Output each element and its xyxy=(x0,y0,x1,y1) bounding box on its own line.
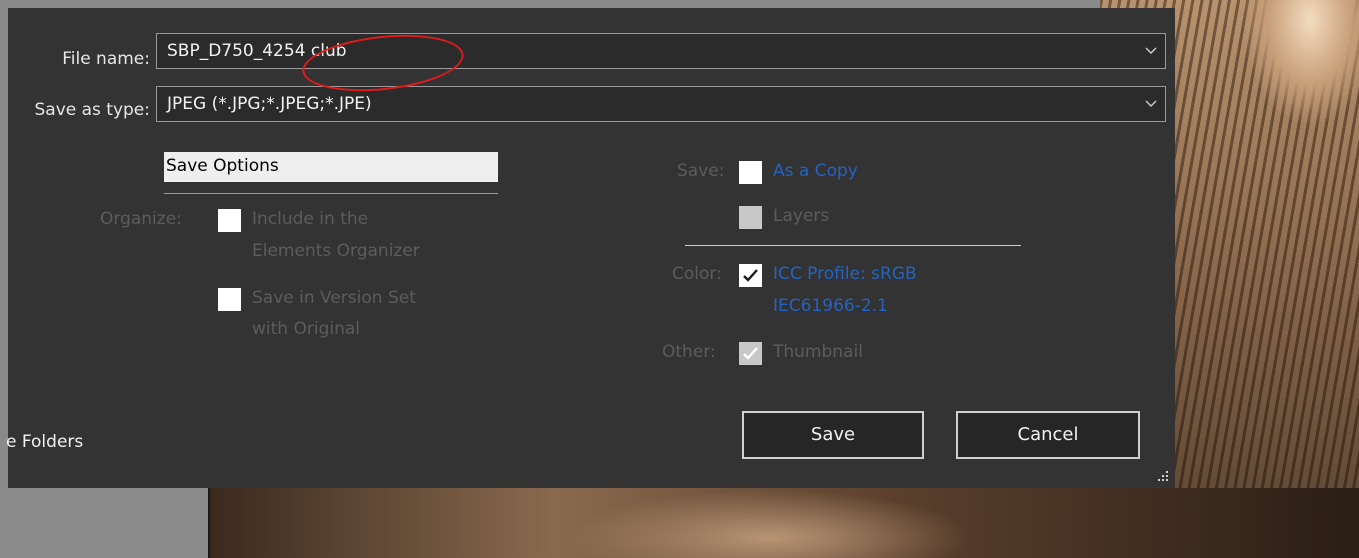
as-a-copy-checkbox[interactable] xyxy=(739,161,762,184)
icc-profile-label-1[interactable]: ICC Profile: sRGB xyxy=(773,262,917,287)
icc-profile-label-2[interactable]: IEC61966-2.1 xyxy=(773,294,888,319)
include-organizer-label-1: Include in the xyxy=(252,209,369,229)
background-photo-bottom xyxy=(210,488,1359,558)
cancel-button[interactable]: Cancel xyxy=(956,411,1140,459)
divider xyxy=(164,193,498,194)
organize-label: Organize: xyxy=(100,209,182,229)
chevron-down-icon[interactable] xyxy=(1143,42,1159,58)
thumbnail-label: Thumbnail xyxy=(773,342,863,362)
save-options-heading: Save Options xyxy=(164,152,498,182)
version-set-label-1: Save in Version Set xyxy=(252,288,416,308)
checkmark-icon xyxy=(743,269,758,282)
icc-profile-checkbox[interactable] xyxy=(739,264,762,287)
as-a-copy-label[interactable]: As a Copy xyxy=(773,159,858,184)
save-dialog: File name: SBP_D750_4254 club Save as ty… xyxy=(6,8,1175,488)
other-label: Other: xyxy=(662,342,716,362)
include-organizer-checkbox[interactable] xyxy=(218,209,241,232)
chevron-down-icon[interactable] xyxy=(1143,95,1159,111)
resize-grip-icon[interactable] xyxy=(1157,470,1169,482)
hide-folders-toggle[interactable]: e Folders xyxy=(6,430,83,455)
layers-label: Layers xyxy=(773,206,830,226)
layers-checkbox[interactable] xyxy=(739,206,762,229)
save-as-type-select[interactable]: JPEG (*.JPG;*.JPEG;*.JPE) xyxy=(156,86,1166,122)
checkmark-icon xyxy=(743,347,758,360)
save-as-type-label: Save as type: xyxy=(34,100,150,120)
file-name-label: File name: xyxy=(62,49,150,69)
background-panel xyxy=(0,488,208,558)
save-label: Save: xyxy=(677,161,725,181)
thumbnail-checkbox[interactable] xyxy=(739,342,762,365)
include-organizer-label-2: Elements Organizer xyxy=(252,241,420,261)
save-as-type-value: JPEG (*.JPG;*.JPEG;*.JPE) xyxy=(167,94,372,114)
version-set-checkbox[interactable] xyxy=(218,288,241,311)
color-label: Color: xyxy=(672,264,722,284)
version-set-label-2: with Original xyxy=(252,319,360,339)
divider xyxy=(685,245,1021,246)
save-button[interactable]: Save xyxy=(742,411,924,459)
